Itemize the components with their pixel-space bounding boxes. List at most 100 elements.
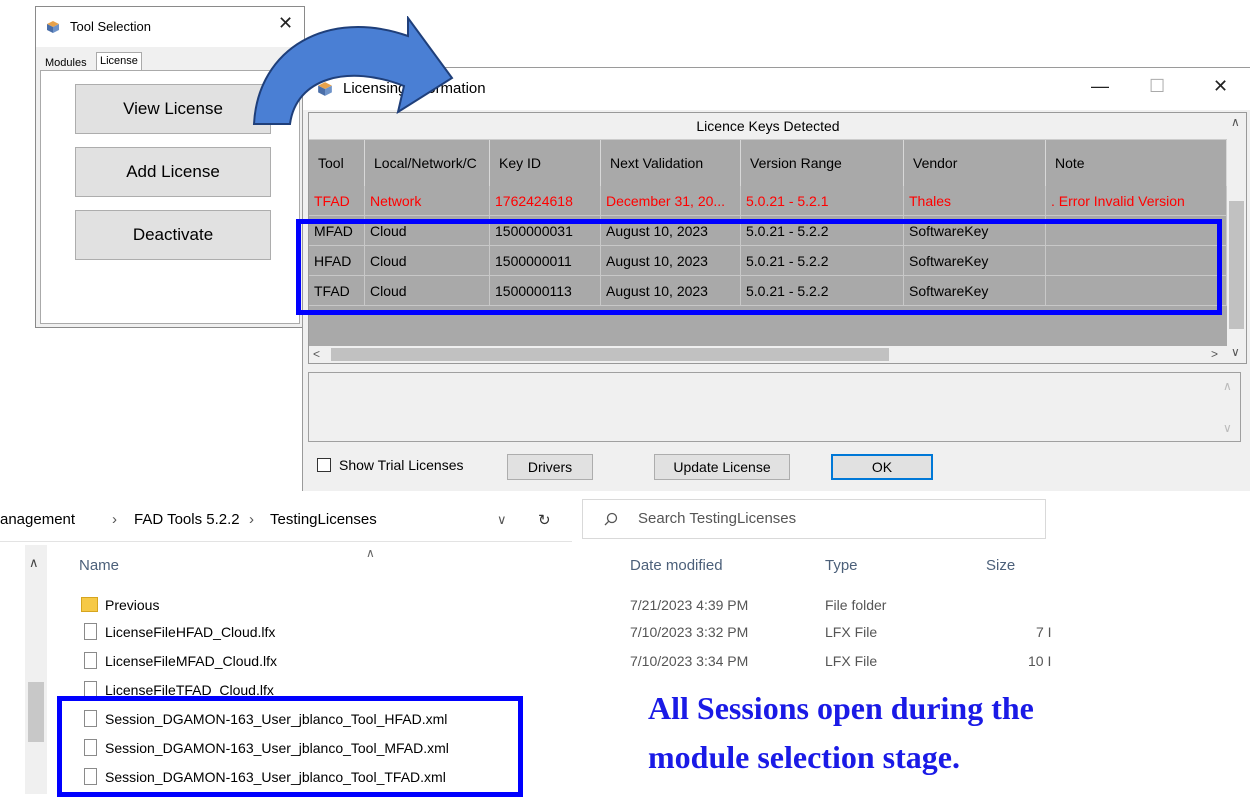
column-header-date-modified[interactable]: Date modified bbox=[630, 557, 723, 574]
ok-button[interactable]: OK bbox=[831, 454, 933, 480]
chevron-right-icon: › bbox=[249, 511, 254, 528]
cell-version-range: 5.0.21 - 5.2.2 bbox=[741, 246, 904, 276]
cell-note bbox=[1046, 216, 1227, 246]
file-name[interactable]: Session_DGAMON-163_User_jblanco_Tool_HFA… bbox=[105, 711, 447, 727]
scroll-right-icon[interactable]: > bbox=[1211, 347, 1218, 361]
deactivate-button[interactable]: Deactivate bbox=[75, 210, 271, 260]
file-name[interactable]: Session_DGAMON-163_User_jblanco_Tool_TFA… bbox=[105, 769, 446, 785]
cell-key-id: 1500000113 bbox=[490, 276, 601, 306]
cell-vendor: SoftwareKey bbox=[904, 246, 1046, 276]
annotation-line-1: All Sessions open during the bbox=[648, 690, 1034, 726]
column-header-next-validation[interactable]: Next Validation bbox=[601, 140, 741, 186]
drivers-button[interactable]: Drivers bbox=[507, 454, 593, 480]
update-license-button[interactable]: Update License bbox=[654, 454, 790, 480]
column-header-name[interactable]: Name bbox=[79, 557, 119, 574]
refresh-icon[interactable]: ↻ bbox=[538, 511, 551, 529]
cell-vendor: SoftwareKey bbox=[904, 276, 1046, 306]
license-keys-grid[interactable]: Licence Keys Detected Tool Local/Network… bbox=[308, 112, 1247, 364]
column-header-key-id[interactable]: Key ID bbox=[490, 140, 601, 186]
cell-location: Network bbox=[365, 186, 490, 216]
show-trial-label[interactable]: Show Trial Licenses bbox=[339, 457, 464, 473]
file-type: File folder bbox=[825, 597, 887, 613]
cell-next-validation: August 10, 2023 bbox=[601, 246, 741, 276]
file-date: 7/10/2023 3:34 PM bbox=[630, 653, 749, 669]
file-icon bbox=[84, 710, 97, 727]
cell-version-range: 5.0.21 - 5.2.1 bbox=[741, 186, 904, 216]
scroll-down-icon[interactable]: ∨ bbox=[1231, 345, 1240, 359]
file-name[interactable]: LicenseFileTFAD_Cloud.lfx bbox=[105, 682, 274, 698]
breadcrumb-testinglicenses[interactable]: TestingLicenses bbox=[270, 511, 377, 528]
column-header-location[interactable]: Local/Network/C bbox=[365, 140, 490, 186]
file-icon bbox=[84, 739, 97, 756]
cell-tool: TFAD bbox=[309, 186, 365, 216]
message-panel[interactable]: ∧ ∨ bbox=[308, 372, 1241, 442]
close-icon[interactable]: ✕ bbox=[1213, 76, 1228, 97]
file-name[interactable]: Previous bbox=[105, 597, 159, 613]
cell-note bbox=[1046, 276, 1227, 306]
sort-ascending-icon: ∧ bbox=[366, 546, 375, 560]
search-placeholder: Search TestingLicenses bbox=[638, 510, 797, 527]
vertical-scrollbar[interactable]: ∧ ∨ bbox=[1227, 113, 1246, 363]
scroll-left-icon[interactable]: < bbox=[313, 347, 320, 361]
cell-tool: TFAD bbox=[309, 276, 365, 306]
cell-next-validation: December 31, 20... bbox=[601, 186, 741, 216]
chevron-right-icon: › bbox=[112, 511, 117, 528]
file-icon bbox=[84, 652, 97, 669]
file-name[interactable]: Session_DGAMON-163_User_jblanco_Tool_MFA… bbox=[105, 740, 449, 756]
scrollbar-thumb[interactable] bbox=[331, 348, 889, 361]
curved-arrow-icon bbox=[252, 16, 454, 125]
cell-note: . Error Invalid Version bbox=[1046, 186, 1227, 216]
search-input[interactable]: Search TestingLicenses bbox=[582, 499, 1046, 539]
file-size: 10 I bbox=[1028, 653, 1052, 669]
cell-location: Cloud bbox=[365, 246, 490, 276]
horizontal-scrollbar[interactable]: < > bbox=[309, 346, 1227, 363]
vertical-scrollbar[interactable]: ∧ bbox=[25, 545, 47, 794]
file-date: 7/10/2023 3:32 PM bbox=[630, 624, 749, 640]
app-icon bbox=[47, 21, 59, 33]
show-trial-checkbox[interactable] bbox=[317, 458, 331, 472]
scroll-down-icon[interactable]: ∨ bbox=[1223, 421, 1232, 435]
scroll-up-icon[interactable]: ∧ bbox=[1223, 379, 1232, 393]
breadcrumb-fad-tools[interactable]: FAD Tools 5.2.2 bbox=[134, 511, 240, 528]
scroll-up-icon[interactable]: ∧ bbox=[29, 555, 39, 571]
window-title: Tool Selection bbox=[70, 19, 151, 34]
cell-version-range: 5.0.21 - 5.2.2 bbox=[741, 276, 904, 306]
cell-version-range: 5.0.21 - 5.2.2 bbox=[741, 216, 904, 246]
tab-modules[interactable]: Modules bbox=[42, 55, 90, 71]
file-name[interactable]: LicenseFileHFAD_Cloud.lfx bbox=[105, 624, 275, 640]
cell-key-id: 1500000011 bbox=[490, 246, 601, 276]
chevron-down-icon[interactable]: ∨ bbox=[497, 512, 507, 528]
scrollbar-thumb[interactable] bbox=[28, 682, 44, 742]
scroll-up-icon[interactable]: ∧ bbox=[1231, 115, 1240, 129]
column-header-tool[interactable]: Tool bbox=[309, 140, 365, 186]
file-icon bbox=[84, 768, 97, 785]
column-header-size[interactable]: Size bbox=[986, 557, 1015, 574]
minimize-icon[interactable]: — bbox=[1091, 76, 1109, 97]
maximize-icon[interactable]: ☐ bbox=[1149, 76, 1165, 97]
cell-vendor: Thales bbox=[904, 186, 1046, 216]
cell-note bbox=[1046, 246, 1227, 276]
search-icon bbox=[604, 512, 618, 526]
cell-tool: MFAD bbox=[309, 216, 365, 246]
breadcrumb-management[interactable]: anagement bbox=[0, 511, 75, 528]
add-license-button[interactable]: Add License bbox=[75, 147, 271, 197]
cell-key-id: 1500000031 bbox=[490, 216, 601, 246]
cell-key-id: 1762424618 bbox=[490, 186, 601, 216]
scrollbar-thumb[interactable] bbox=[1229, 201, 1244, 329]
folder-icon bbox=[81, 597, 98, 612]
file-name[interactable]: LicenseFileMFAD_Cloud.lfx bbox=[105, 653, 277, 669]
file-icon bbox=[84, 681, 97, 698]
column-header-vendor[interactable]: Vendor bbox=[904, 140, 1046, 186]
column-header-note[interactable]: Note bbox=[1046, 140, 1227, 186]
file-date: 7/21/2023 4:39 PM bbox=[630, 597, 749, 613]
cell-next-validation: August 10, 2023 bbox=[601, 216, 741, 246]
cell-next-validation: August 10, 2023 bbox=[601, 276, 741, 306]
file-size: 7 I bbox=[1036, 624, 1052, 640]
column-header-version-range[interactable]: Version Range bbox=[741, 140, 904, 186]
address-bar[interactable]: anagement › FAD Tools 5.2.2 › TestingLic… bbox=[0, 496, 572, 542]
tab-license[interactable]: License bbox=[96, 52, 142, 72]
file-type: LFX File bbox=[825, 624, 878, 640]
file-type: LFX File bbox=[825, 653, 878, 669]
column-header-type[interactable]: Type bbox=[825, 557, 858, 574]
cell-tool: HFAD bbox=[309, 246, 365, 276]
